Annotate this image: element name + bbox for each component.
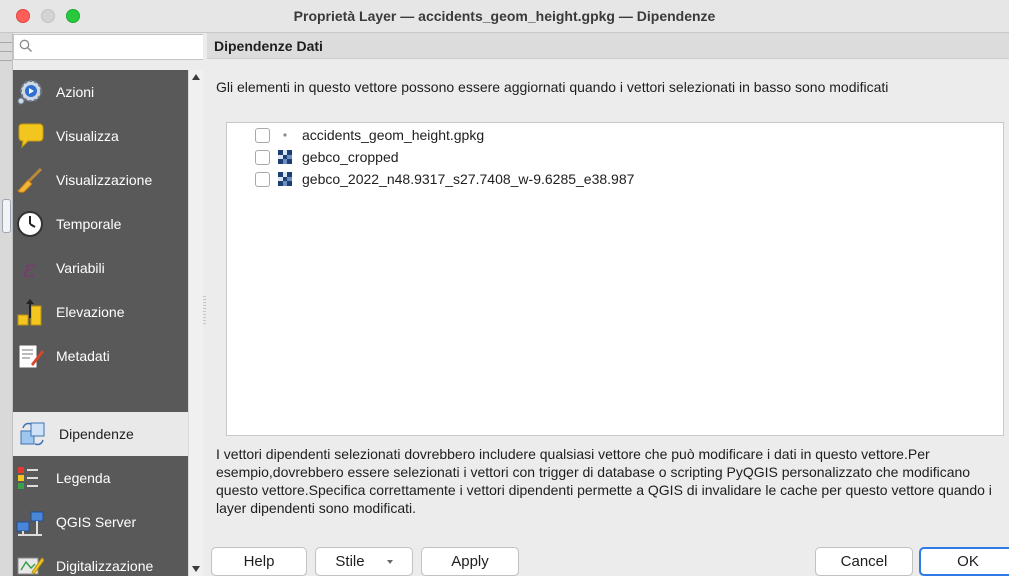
cancel-button-label: Cancel — [840, 553, 888, 570]
sidebar-item-label: Azioni — [56, 84, 95, 100]
sidebar-item-label: Visualizza — [56, 128, 119, 144]
scroll-down-arrow-icon[interactable] — [192, 566, 200, 572]
sidebar-item-label: Metadati — [56, 348, 110, 364]
edge-button[interactable] — [2, 199, 11, 233]
apply-button-label: Apply — [451, 553, 489, 570]
list-item[interactable]: gebco_2022_n48.9317_s27.7408_w-9.6285_e3… — [227, 168, 987, 190]
layer-list: accidents_geom_height.gpkg gebco_cropped — [226, 122, 1004, 436]
sidebar-item-metadati[interactable]: Metadati — [13, 334, 188, 378]
sidebar-item-legenda[interactable]: Legenda — [13, 456, 188, 500]
button-bar: Help Stile Apply Cancel OK — [207, 543, 1009, 576]
sidebar-item-digitalizzazione[interactable]: Digitalizzazione — [13, 544, 188, 576]
edge-tick — [0, 60, 12, 61]
apply-button[interactable]: Apply — [421, 547, 519, 576]
sidebar-scrollbar[interactable] — [188, 70, 203, 576]
sidebar: Azioni Visualizza Visualizzazione Tempor… — [0, 33, 207, 576]
left-edge-panel — [0, 33, 13, 576]
chevron-down-icon — [386, 559, 393, 564]
layer-checkbox[interactable] — [255, 171, 270, 187]
speech-bubble-icon — [16, 122, 44, 150]
sidebar-item-label: Visualizzazione — [56, 172, 153, 188]
gear-play-icon — [16, 78, 44, 106]
list-item[interactable]: gebco_cropped — [227, 146, 987, 168]
legend-icon — [16, 464, 44, 492]
help-button[interactable]: Help — [211, 547, 307, 576]
list-item[interactable]: accidents_geom_height.gpkg — [227, 124, 987, 146]
elevation-icon — [16, 298, 44, 326]
sidebar-item-label: Dipendenze — [59, 426, 134, 442]
point-layer-icon — [278, 128, 292, 142]
paintbrush-icon — [16, 166, 44, 194]
window-title: Proprietà Layer — accidents_geom_height.… — [293, 8, 716, 24]
sidebar-item-visualizza[interactable]: Visualizza — [13, 114, 188, 158]
search-icon — [19, 39, 33, 53]
sidebar-item-label: Temporale — [56, 216, 122, 232]
style-dropdown-button[interactable]: Stile — [315, 547, 413, 576]
sidebar-item-azioni[interactable]: Azioni — [13, 70, 188, 114]
ok-button-label: OK — [957, 553, 979, 570]
sidebar-item-temporale[interactable]: Temporale — [13, 202, 188, 246]
layer-name: accidents_geom_height.gpkg — [302, 127, 485, 143]
metadata-icon — [16, 342, 44, 370]
edge-tick — [0, 42, 12, 43]
help-text: I vettori dipendenti selezionati dovrebb… — [216, 446, 992, 516]
layer-name: gebco_2022_n48.9317_s27.7408_w-9.6285_e3… — [302, 171, 635, 187]
layer-name: gebco_cropped — [302, 149, 399, 165]
sidebar-item-elevazione[interactable]: Elevazione — [13, 290, 188, 334]
layer-checkbox[interactable] — [255, 127, 270, 143]
ok-button[interactable]: OK — [919, 547, 1009, 576]
sidebar-item-label: Legenda — [56, 470, 111, 486]
sidebar-item-label: QGIS Server — [56, 514, 137, 530]
scroll-up-arrow-icon[interactable] — [192, 74, 200, 80]
layer-properties-window: Proprietà Layer — accidents_geom_height.… — [0, 0, 1009, 576]
style-button-label: Stile — [335, 553, 365, 570]
sidebar-item-visualizzazione[interactable]: Visualizzazione — [13, 158, 188, 202]
digitizing-icon — [16, 552, 44, 576]
layer-checkbox[interactable] — [255, 149, 270, 165]
dependencies-icon — [19, 420, 47, 448]
dependencies-panel: Dipendenze Dati Gli elementi in questo v… — [207, 33, 1009, 543]
raster-layer-icon — [278, 172, 292, 186]
intro-text: Gli elementi in questo vettore possono e… — [216, 79, 889, 95]
epsilon-icon: ε — [16, 254, 44, 282]
search-input[interactable] — [13, 34, 205, 60]
splitter-grip-icon[interactable] — [203, 296, 206, 324]
sidebar-item-label: Variabili — [56, 260, 105, 276]
sidebar-item-label: Elevazione — [56, 304, 125, 320]
svg-text:ε: ε — [23, 255, 36, 282]
section-title: Dipendenze Dati — [207, 33, 1009, 59]
help-button-label: Help — [243, 553, 275, 570]
server-icon — [16, 508, 44, 536]
sidebar-item-label: Digitalizzazione — [56, 558, 154, 574]
sidebar-item-qgis-server[interactable]: QGIS Server — [13, 500, 188, 544]
clock-icon — [16, 210, 44, 238]
sidebar-nav: Azioni Visualizza Visualizzazione Tempor… — [13, 70, 188, 576]
title-bar: Proprietà Layer — accidents_geom_height.… — [0, 0, 1009, 33]
sidebar-item-dipendenze[interactable]: Dipendenze — [13, 412, 188, 456]
edge-tick — [0, 51, 12, 52]
cancel-button[interactable]: Cancel — [815, 547, 913, 576]
raster-layer-icon — [278, 150, 292, 164]
sidebar-item-variabili[interactable]: ε Variabili — [13, 246, 188, 290]
